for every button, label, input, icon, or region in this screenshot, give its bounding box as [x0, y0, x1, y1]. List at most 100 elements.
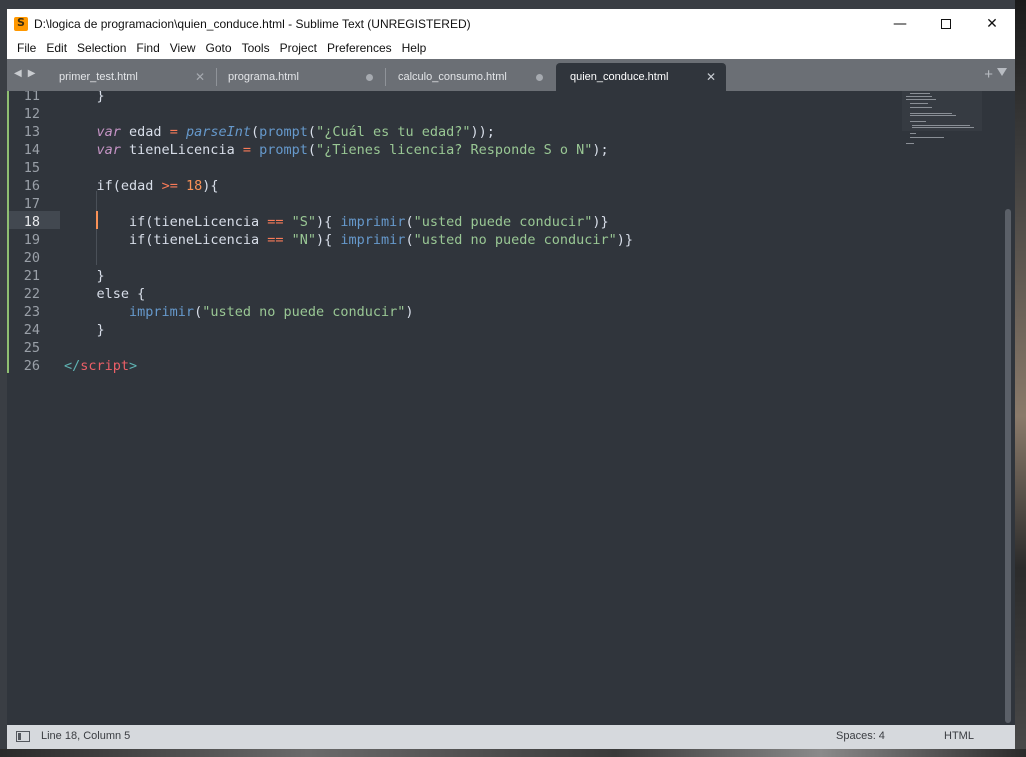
code-token: ( [307, 124, 317, 140]
menu-file[interactable]: File [12, 38, 41, 59]
menu-selection[interactable]: Selection [72, 38, 131, 59]
cursor-position[interactable]: Line 18, Column 5 [41, 730, 130, 742]
chevron-right-icon[interactable]: ▶ [28, 68, 36, 79]
minimap-line [910, 115, 956, 116]
code-token: ( [194, 304, 203, 320]
code-token: if [129, 232, 146, 248]
window-title: D:\logica de programacion\quien_conduce.… [34, 16, 471, 31]
unsaved-dot-icon[interactable] [536, 74, 543, 81]
line-number: 19 [23, 232, 40, 248]
minimap-line [910, 107, 932, 108]
sublime-text-window: D:\logica de programacion\quien_conduce.… [7, 9, 1015, 749]
code-text: </script> [64, 357, 137, 375]
line-number: 24 [23, 322, 40, 338]
tab-list-dropdown-icon[interactable] [997, 68, 1007, 76]
tab-programa[interactable]: programa.html [214, 63, 384, 91]
code-token: ){ [316, 232, 341, 248]
code-line[interactable]: 13 var edad = parseInt(prompt("¿Cuál es … [7, 123, 907, 141]
line-number: 16 [23, 178, 40, 194]
title-bar[interactable]: D:\logica de programacion\quien_conduce.… [7, 9, 1015, 38]
code-token: "N" [291, 232, 317, 248]
minimap-line [906, 96, 932, 97]
sublime-text-app-icon[interactable] [14, 16, 28, 31]
code-line[interactable]: 24 } [7, 321, 907, 339]
panel-toggle-icon[interactable] [16, 731, 30, 742]
code-line[interactable]: 22 else { [7, 285, 907, 303]
code-line[interactable]: 21 } [7, 267, 907, 285]
new-tab-plus-icon[interactable]: + [984, 66, 993, 83]
code-line[interactable]: 12 [7, 105, 907, 123]
code-token: imprimir [340, 232, 406, 248]
code-line[interactable]: 17 [7, 195, 907, 213]
code-token: "S" [291, 214, 317, 230]
code-text: if(tieneLicencia == "N"){ imprimir("uste… [64, 231, 633, 249]
code-line[interactable]: 11 } [7, 91, 907, 105]
maximize-icon [941, 18, 951, 29]
code-line[interactable]: 26 </script> [7, 357, 907, 375]
menu-edit[interactable]: Edit [41, 38, 72, 59]
code-token: )} [592, 214, 609, 230]
code-token: == [267, 214, 284, 230]
minimap-line [910, 103, 928, 104]
close-icon[interactable]: ✕ [195, 70, 205, 84]
code-token: } [64, 268, 105, 284]
code-line[interactable]: 16 if(edad >= 18){ [7, 177, 907, 195]
vertical-scrollbar-thumb[interactable] [1005, 209, 1011, 723]
minimap-line [912, 125, 970, 126]
close-icon[interactable]: ✕ [706, 70, 716, 84]
indentation-setting[interactable]: Spaces: 4 [836, 730, 885, 742]
code-token: if [96, 178, 113, 194]
menu-preferences[interactable]: Preferences [322, 38, 397, 59]
code-token: prompt [259, 142, 308, 158]
code-token: (edad [112, 178, 162, 194]
unsaved-dot-icon[interactable] [366, 74, 373, 81]
code-token: ) [405, 304, 414, 320]
menu-tools[interactable]: Tools [237, 38, 275, 59]
menu-goto[interactable]: Goto [201, 38, 237, 59]
tab-label: primer_test.html [59, 71, 138, 83]
code-token: imprimir [340, 214, 406, 230]
maximize-button[interactable] [923, 9, 969, 38]
code-line[interactable]: 25 [7, 339, 907, 357]
minimap-line [912, 127, 974, 128]
code-token: } [64, 322, 105, 338]
code-text: if(tieneLicencia == "S"){ imprimir("uste… [64, 213, 609, 231]
tab-primer-test[interactable]: primer_test.html ✕ [45, 63, 215, 91]
code-token: var [96, 142, 121, 158]
code-text: } [64, 321, 105, 339]
tab-label: quien_conduce.html [570, 71, 669, 83]
code-line[interactable]: 15 [7, 159, 907, 177]
code-line[interactable]: 23 imprimir("usted no puede conducir") [7, 303, 907, 321]
code-line[interactable]: 14 var tieneLicencia = prompt("¿Tienes l… [7, 141, 907, 159]
menu-project[interactable]: Project [275, 38, 322, 59]
status-bar: Line 18, Column 5 Spaces: 4 HTML [7, 725, 1015, 749]
line-number: 15 [23, 160, 40, 176]
chevron-left-icon[interactable]: ◀ [14, 68, 22, 79]
tab-calculo-consumo[interactable]: calculo_consumo.html [384, 63, 554, 91]
code-line[interactable]: 18 if(tieneLicencia == "S"){ imprimir("u… [7, 213, 907, 231]
code-editor[interactable]: 11 } 12 13 var edad = parseInt(prompt("¿Cu… [7, 91, 1015, 725]
syntax-selector[interactable]: HTML [944, 730, 974, 742]
code-token: ( [307, 142, 317, 158]
minimap[interactable] [902, 91, 982, 151]
tab-quien-conduce[interactable]: quien_conduce.html ✕ [556, 63, 726, 91]
code-token: "¿Cuál es tu edad?" [316, 124, 471, 140]
menu-view[interactable]: View [165, 38, 201, 59]
code-line[interactable]: 19 if(tieneLicencia == "N"){ imprimir("u… [7, 231, 907, 249]
close-window-button[interactable]: ✕ [969, 9, 1015, 38]
line-number: 12 [23, 106, 40, 122]
menu-help[interactable]: Help [397, 38, 432, 59]
code-token: ); [592, 142, 609, 158]
tab-bar: ◀ ▶ primer_test.html ✕ programa.html cal… [7, 59, 1015, 91]
code-line[interactable]: 20 [7, 249, 907, 267]
code-token: ){ [316, 214, 341, 230]
menu-find[interactable]: Find [131, 38, 164, 59]
minimize-button[interactable]: — [877, 9, 923, 38]
